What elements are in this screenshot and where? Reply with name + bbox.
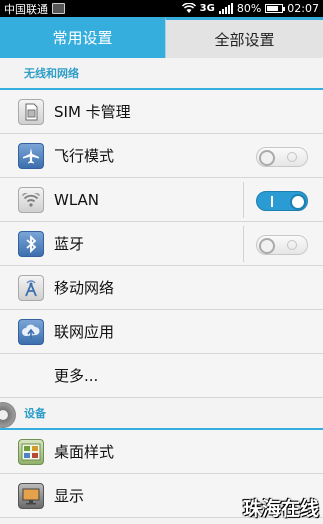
sim-card-icon xyxy=(18,99,44,125)
network-type: 3G xyxy=(199,3,215,14)
wlan-label: WLAN xyxy=(54,190,100,209)
toggle-knob xyxy=(259,238,275,254)
desktop-style-icon xyxy=(18,439,44,465)
settings-item-network-apps[interactable]: 联网应用 xyxy=(0,310,323,354)
section-header-wireless: 无线和网络 xyxy=(0,58,323,90)
wifi-icon xyxy=(18,187,44,213)
airplane-toggle[interactable] xyxy=(256,147,308,167)
tab-bar: 常用设置 全部设置 xyxy=(0,17,323,58)
image-icon xyxy=(52,3,65,14)
toggle-knob xyxy=(290,194,306,210)
more-label: 更多... xyxy=(54,367,99,385)
section-header-device: 设备 xyxy=(0,398,323,430)
toggle-off-mark xyxy=(287,152,297,162)
battery-icon xyxy=(265,4,286,13)
cloud-network-icon xyxy=(18,319,44,345)
battery-percent: 80% xyxy=(236,2,262,15)
signal-icon xyxy=(218,3,233,14)
tab-all-settings[interactable]: 全部设置 xyxy=(165,17,323,58)
watermark: 珠海在线 xyxy=(242,498,319,520)
display-icon xyxy=(18,483,44,509)
wifi-icon xyxy=(181,3,196,13)
airplane-icon xyxy=(18,143,44,169)
settings-list: 无线和网络 SIM 卡管理 飞行模式 WLAN 蓝牙 移动网络 联网应用 更多.… xyxy=(0,58,323,518)
settings-item-bluetooth[interactable]: 蓝牙 xyxy=(0,222,323,266)
settings-item-sim[interactable]: SIM 卡管理 xyxy=(0,90,323,134)
carrier-name: 中国联通 xyxy=(4,2,48,16)
airplane-label: 飞行模式 xyxy=(54,147,115,165)
desktop-style-label: 桌面样式 xyxy=(54,443,115,461)
toggle-on-mark xyxy=(271,196,273,207)
toggle-off-mark xyxy=(287,240,297,250)
status-bar: 中国联通 3G 80% 02:07 xyxy=(0,0,323,17)
sim-label: SIM 卡管理 xyxy=(54,103,131,121)
bluetooth-label: 蓝牙 xyxy=(54,235,85,253)
divider xyxy=(243,226,244,262)
display-label: 显示 xyxy=(54,487,85,505)
mobile-network-label: 移动网络 xyxy=(54,279,115,297)
bluetooth-toggle[interactable] xyxy=(256,235,308,255)
network-apps-label: 联网应用 xyxy=(54,323,115,341)
settings-item-airplane[interactable]: 飞行模式 xyxy=(0,134,323,178)
antenna-icon xyxy=(18,275,44,301)
settings-item-desktop-style[interactable]: 桌面样式 xyxy=(0,430,323,474)
divider xyxy=(243,182,244,218)
tab-common-settings[interactable]: 常用设置 xyxy=(0,17,165,58)
wlan-toggle[interactable] xyxy=(256,191,308,211)
bluetooth-icon xyxy=(18,231,44,257)
clock: 02:07 xyxy=(287,2,319,15)
settings-item-more[interactable]: 更多... xyxy=(0,354,323,398)
settings-item-wlan[interactable]: WLAN xyxy=(0,178,323,222)
settings-item-mobile-network[interactable]: 移动网络 xyxy=(0,266,323,310)
toggle-knob xyxy=(259,150,275,166)
